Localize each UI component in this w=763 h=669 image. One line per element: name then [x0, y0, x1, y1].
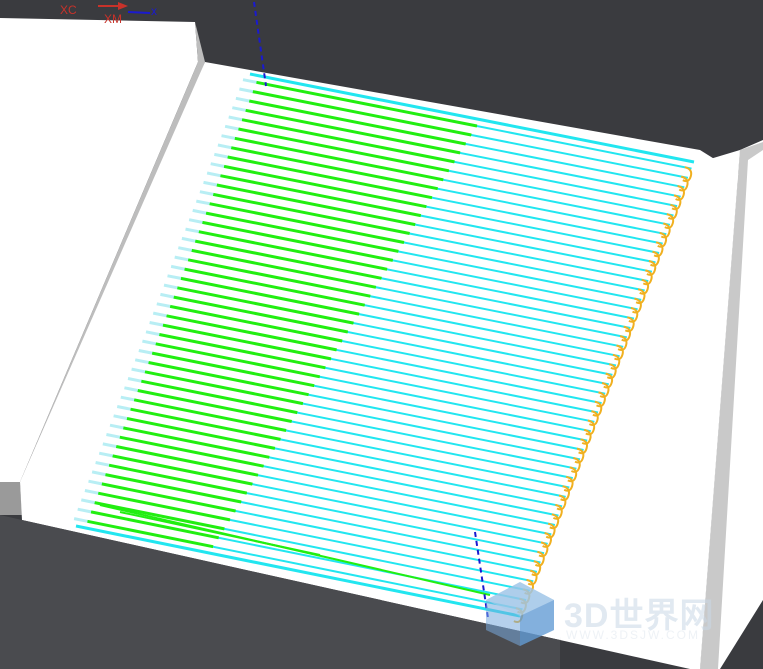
left-block-front: [0, 482, 22, 515]
xm-axis-label: XM: [104, 12, 122, 26]
x-axis-line: [127, 11, 151, 14]
xc-axis-label: XC: [60, 3, 77, 17]
watermark: 3D世界网 WWW.3DSJW.COM: [480, 580, 750, 650]
x-axis-label: x: [151, 4, 157, 18]
part-scene: [0, 0, 763, 669]
watermark-url: WWW.3DSJW.COM: [566, 628, 700, 642]
graphics-viewport[interactable]: XC XM x 3D世界网 WWW.3DSJW.COM: [0, 0, 763, 669]
watermark-cube-icon: [486, 582, 554, 646]
